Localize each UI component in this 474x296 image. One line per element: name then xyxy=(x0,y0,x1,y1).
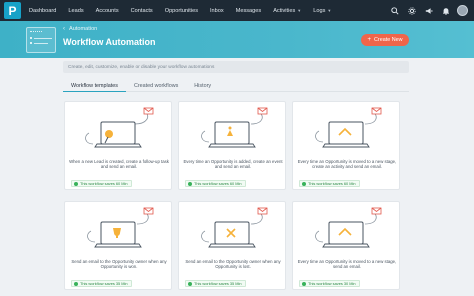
card-description: When a new Lead is created, create a fol… xyxy=(69,159,169,170)
check-icon xyxy=(188,181,192,186)
nav-item-leads[interactable]: Leads xyxy=(68,8,83,14)
check-icon xyxy=(74,181,78,186)
tab-created-workflows[interactable]: Created workflows xyxy=(126,80,186,92)
lost-icon xyxy=(201,207,268,248)
opportunity-icon xyxy=(201,107,268,148)
nav-item-label: Activities xyxy=(273,7,296,14)
nav-icons xyxy=(384,0,468,21)
nav-menu: Dashboard Leads Accounts Contacts Opport… xyxy=(29,8,343,14)
tab-history[interactable]: History xyxy=(186,80,219,92)
badge-label: This workflow saves 60 Min xyxy=(308,181,356,186)
time-saved-badge: This workflow saves 35 Min xyxy=(185,280,246,287)
nav-item-label: Dashboard xyxy=(29,7,57,14)
nav-item-label: Logs xyxy=(313,7,326,14)
check-icon xyxy=(302,281,306,286)
time-saved-badge: This workflow saves 35 Min xyxy=(71,280,132,287)
chevron-down-icon: ▼ xyxy=(327,8,332,13)
won-icon xyxy=(87,207,154,248)
workflow-card[interactable]: Send an email to the Opportunity owner w… xyxy=(64,201,172,290)
check-icon xyxy=(74,281,78,286)
nav-item-opportunities[interactable]: Opportunities xyxy=(165,8,198,14)
app-logo[interactable]: P xyxy=(4,2,21,19)
badge-label: This workflow saves 30 Min xyxy=(308,281,356,286)
description-bar: Create, edit, customize, enable or disab… xyxy=(63,61,409,73)
page-title: Workflow Automation xyxy=(63,37,156,47)
settings-icon[interactable] xyxy=(406,5,418,17)
lead-pin-icon xyxy=(85,107,154,148)
badge-label: This workflow saves 60 Min xyxy=(194,181,242,186)
card-description: Every time an Opportunity is moved to a … xyxy=(297,259,397,270)
tab-workflow-templates[interactable]: Workflow templates xyxy=(63,80,126,92)
chevron-down-icon: ▼ xyxy=(297,8,302,13)
workflow-card[interactable]: Every time an Opportunity is moved to a … xyxy=(292,201,400,290)
workflow-card[interactable]: Every time an Opportunity is moved to a … xyxy=(292,101,400,190)
check-icon xyxy=(302,181,306,186)
nav-item-label: Leads xyxy=(68,7,84,14)
time-saved-badge: This workflow saves 60 Min xyxy=(299,180,360,187)
search-icon[interactable] xyxy=(389,5,401,17)
stage-icon xyxy=(315,207,382,248)
nav-item-contacts[interactable]: Contacts xyxy=(131,8,153,14)
logo-letter: P xyxy=(8,3,17,18)
badge-label: This workflow saves 35 Min xyxy=(80,281,128,286)
nav-item-activities[interactable]: Activities ▼ xyxy=(273,8,301,14)
tab-label: Created workflows xyxy=(133,83,179,89)
nav-item-inbox[interactable]: Inbox xyxy=(210,8,224,14)
workflow-card[interactable]: Every time an Opportunity is added, crea… xyxy=(178,101,286,190)
nav-item-label: Inbox xyxy=(210,7,224,14)
top-navigation: P Dashboard Leads Accounts Contacts Oppo… xyxy=(0,0,474,21)
time-saved-badge: This workflow saves 60 Min xyxy=(185,180,246,187)
tab-label: History xyxy=(194,83,212,89)
nav-item-messages[interactable]: Messages xyxy=(236,8,262,14)
tab-bar: Workflow templates Created workflows His… xyxy=(63,80,409,92)
plus-icon: + xyxy=(367,37,372,43)
tab-label: Workflow templates xyxy=(71,82,118,89)
workflow-card[interactable]: Send an email to the Opportunity owner w… xyxy=(178,201,286,290)
workflow-card[interactable]: When a new Lead is created, create a fol… xyxy=(64,101,172,190)
create-new-button[interactable]: + Create New xyxy=(361,34,409,46)
badge-label: This workflow saves 35 Min xyxy=(194,281,242,286)
card-description: Send an email to the Opportunity owner w… xyxy=(71,259,167,270)
card-description: Every time an Opportunity is added, crea… xyxy=(183,159,283,170)
nav-item-accounts[interactable]: Accounts xyxy=(96,8,119,14)
workflow-illustration-icon xyxy=(26,27,56,53)
nav-item-label: Accounts xyxy=(95,7,119,14)
stage-icon xyxy=(315,107,382,148)
card-description: Every time an Opportunity is moved to a … xyxy=(297,159,397,170)
nav-item-label: Contacts xyxy=(130,7,153,14)
chevron-left-icon[interactable]: ‹ xyxy=(63,26,65,32)
nav-item-dashboard[interactable]: Dashboard xyxy=(29,8,56,14)
breadcrumb[interactable]: ‹ Automation xyxy=(63,26,97,32)
time-saved-badge: This workflow saves 60 Min xyxy=(71,180,132,187)
time-saved-badge: This workflow saves 30 Min xyxy=(299,280,360,287)
description-text: Create, edit, customize, enable or disab… xyxy=(68,64,215,70)
user-avatar[interactable] xyxy=(457,5,468,16)
nav-item-label: Messages xyxy=(235,7,262,14)
nav-item-logs[interactable]: Logs ▼ xyxy=(313,8,331,14)
check-icon xyxy=(188,281,192,286)
badge-label: This workflow saves 60 Min xyxy=(80,181,128,186)
megaphone-icon[interactable] xyxy=(423,5,435,17)
create-new-label: Create New xyxy=(374,37,403,43)
bell-icon[interactable] xyxy=(440,5,452,17)
breadcrumb-label[interactable]: Automation xyxy=(69,26,97,32)
nav-item-label: Opportunities xyxy=(164,7,198,14)
card-description: Send an email to the Opportunity owner w… xyxy=(185,259,281,270)
